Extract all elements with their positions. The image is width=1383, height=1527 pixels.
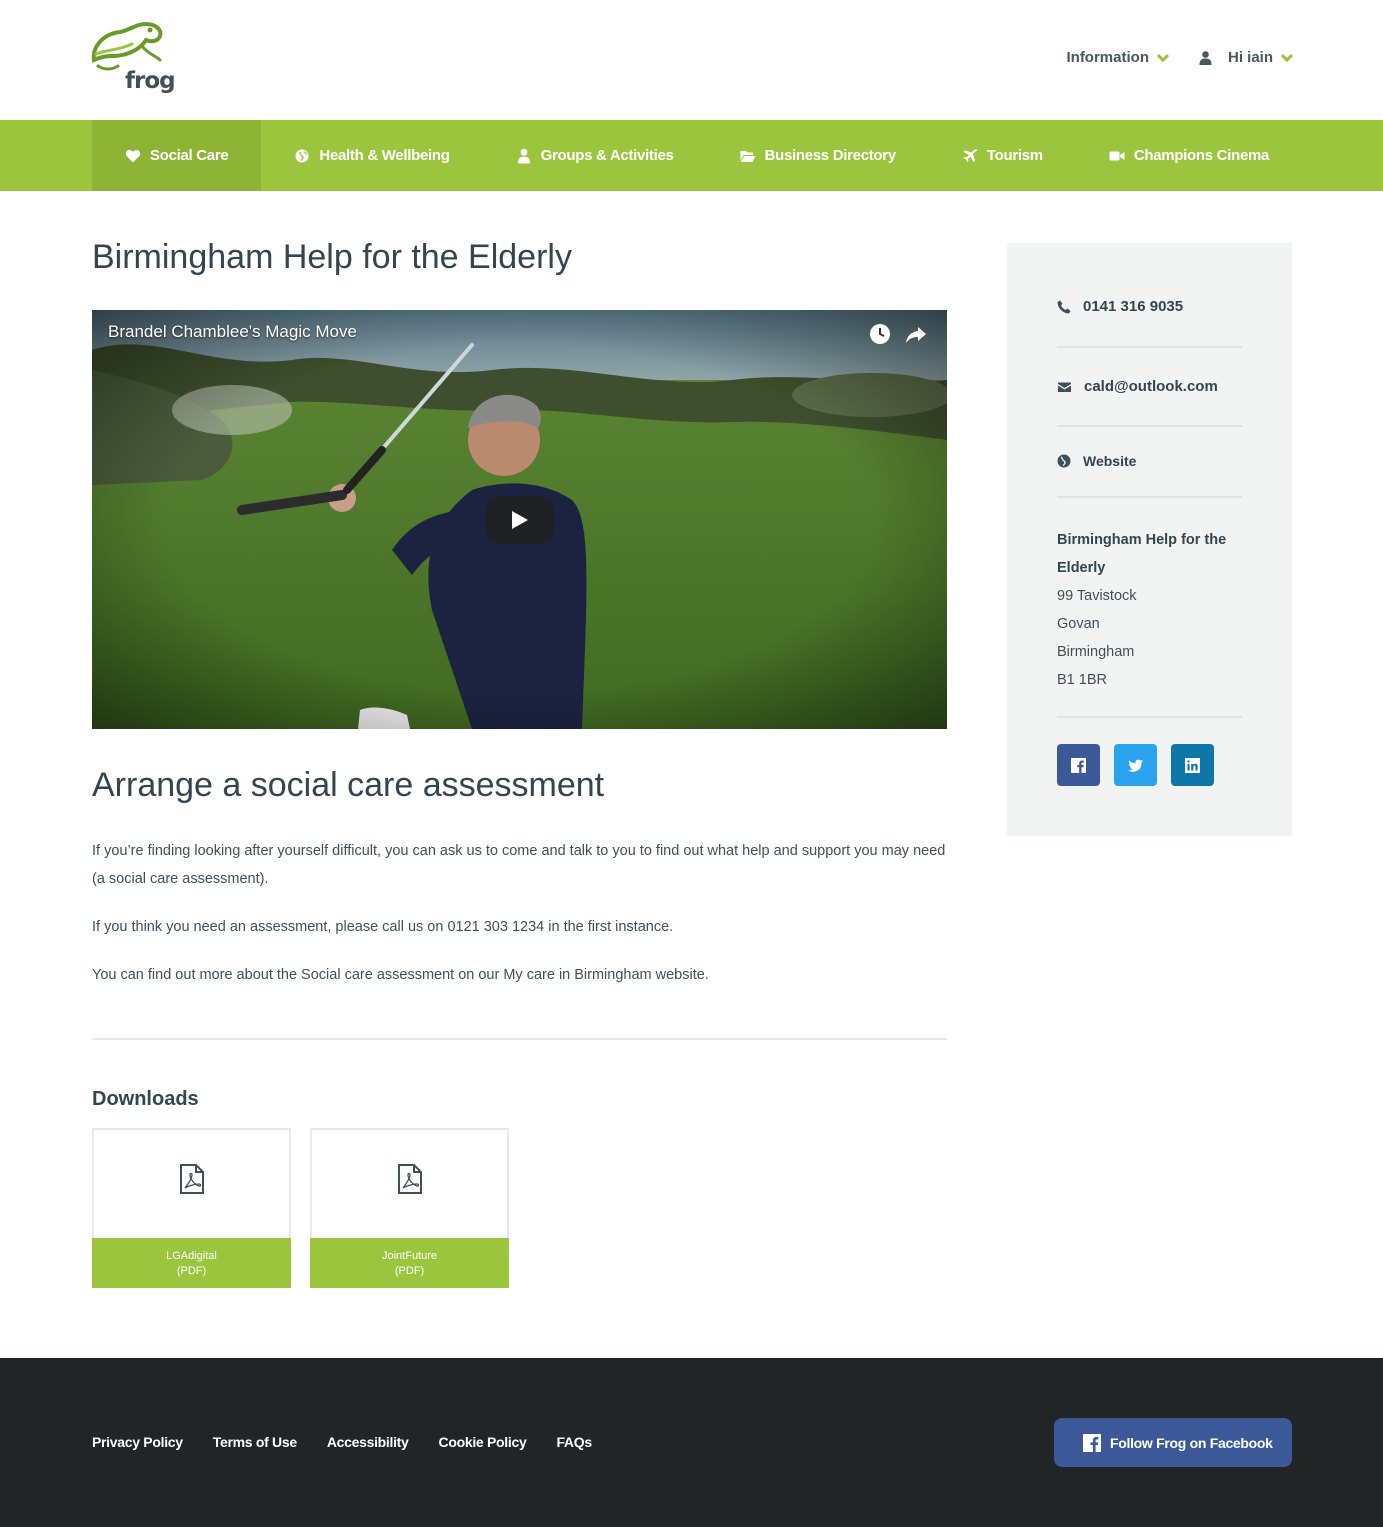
linkedin-icon (1185, 758, 1200, 773)
website-link: Website (1083, 453, 1137, 469)
download-label: JointFuture (PDF) (310, 1238, 509, 1288)
content-divider (92, 1038, 947, 1040)
chevron-down-icon (1281, 53, 1293, 62)
website-row[interactable]: Website (1057, 453, 1136, 469)
footer-links: Privacy Policy Terms of Use Accessibilit… (92, 1434, 592, 1450)
body-paragraph: You can find out more about the Social c… (92, 967, 709, 983)
nav-groups-activities[interactable]: Groups & Activities (483, 120, 707, 191)
pdf-file-icon (398, 1164, 422, 1194)
share-icon[interactable] (904, 322, 928, 346)
play-button[interactable] (486, 496, 554, 544)
information-menu[interactable]: Information (1066, 49, 1169, 66)
nav-label: Business Directory (764, 147, 897, 164)
contact-sidebar: 0141 316 9035 cald@outlook.com Website B… (1007, 243, 1292, 836)
download-type: (PDF) (176, 1265, 207, 1277)
main-navigation: Social Care Health & Wellbeing Groups & … (0, 120, 1383, 191)
footer-link-faqs[interactable]: FAQs (556, 1434, 592, 1450)
logo-text: frog (125, 68, 176, 94)
address-line: Birmingham (1057, 644, 1135, 660)
sidebar-divider (1057, 716, 1242, 718)
globe-icon (1057, 454, 1071, 468)
footer-link-privacy-policy[interactable]: Privacy Policy (92, 1434, 183, 1450)
information-label: Information (1066, 49, 1149, 66)
user-greeting: Hi iain (1227, 49, 1273, 66)
user-icon (1199, 50, 1212, 65)
user-menu[interactable]: Hi iain (1199, 49, 1293, 66)
follow-facebook-label: Follow Frog on Facebook (1110, 1434, 1273, 1451)
download-card[interactable]: LGAdigital (PDF) (92, 1128, 291, 1288)
nav-label: Social Care (150, 147, 229, 164)
facebook-icon (1071, 758, 1086, 773)
download-type: (PDF) (394, 1265, 425, 1277)
nav-label: Champions Cinema (1133, 147, 1270, 164)
twitter-share-button[interactable] (1114, 744, 1157, 786)
phone-row[interactable]: 0141 316 9035 (1057, 298, 1183, 315)
watch-later-icon[interactable] (868, 322, 892, 346)
folder-open-icon (740, 150, 756, 162)
address-postcode: B1 1BR (1057, 672, 1107, 688)
download-name: JointFuture (381, 1250, 438, 1262)
site-footer: Privacy Policy Terms of Use Accessibilit… (0, 1358, 1383, 1527)
download-card[interactable]: JointFuture (PDF) (310, 1128, 509, 1288)
phone-number: 0141 316 9035 (1083, 298, 1184, 315)
download-name: LGAdigital (166, 1250, 217, 1262)
linkedin-share-button[interactable] (1171, 744, 1214, 786)
globe-icon (295, 149, 309, 162)
plane-icon (963, 148, 977, 162)
twitter-icon (1128, 759, 1143, 772)
envelope-icon (1058, 382, 1071, 392)
video-camera-icon (1109, 151, 1125, 160)
address-line: 99 Tavistock (1057, 588, 1137, 604)
frog-logo[interactable]: frog (90, 20, 176, 100)
nav-champions-cinema[interactable]: Champions Cinema (1076, 120, 1302, 191)
email-row[interactable]: cald@outlook.com (1057, 378, 1218, 395)
video-title: Brandel Chamblee's Magic Move (108, 322, 357, 341)
video-player[interactable]: Brandel Chamblee's Magic Move (92, 310, 947, 729)
nav-label: Health & Wellbeing (319, 147, 450, 164)
nav-health-wellbeing[interactable]: Health & Wellbeing (261, 120, 482, 191)
nav-business-directory[interactable]: Business Directory (707, 120, 929, 191)
sidebar-divider (1057, 346, 1242, 348)
heart-icon (125, 149, 141, 162)
body-paragraph: If you think you need an assessment, ple… (92, 919, 674, 935)
footer-link-terms-of-use[interactable]: Terms of Use (213, 1434, 297, 1450)
address-line: Govan (1057, 616, 1100, 632)
address-name: Birmingham Help for the Elderly (1057, 532, 1227, 576)
phone-icon (1057, 300, 1071, 313)
facebook-icon (1083, 1433, 1101, 1452)
nav-label: Groups & Activities (540, 147, 674, 164)
nav-social-care[interactable]: Social Care (92, 120, 262, 191)
section-title: Arrange a social care assessment (92, 766, 605, 804)
downloads-title: Downloads (92, 1088, 199, 1110)
footer-link-cookie-policy[interactable]: Cookie Policy (439, 1434, 527, 1450)
email-address: cald@outlook.com (1084, 378, 1218, 395)
follow-facebook-button[interactable]: Follow Frog on Facebook (1054, 1418, 1292, 1467)
site-header: frog Information Hi iain (0, 0, 1383, 120)
body-paragraph: If you’re finding looking after yourself… (92, 843, 946, 887)
nav-tourism[interactable]: Tourism (929, 120, 1076, 191)
page-title: Birmingham Help for the Elderly (92, 238, 572, 276)
play-icon (512, 511, 528, 529)
nav-label: Tourism (986, 147, 1043, 164)
address-block: Birmingham Help for the Elderly 99 Tavis… (1057, 526, 1247, 694)
facebook-share-button[interactable] (1057, 744, 1100, 786)
sidebar-divider (1057, 425, 1242, 427)
chevron-down-icon (1156, 53, 1169, 62)
pdf-file-icon (180, 1164, 204, 1194)
footer-link-accessibility[interactable]: Accessibility (327, 1434, 409, 1450)
user-icon (517, 148, 530, 163)
sidebar-divider (1057, 496, 1242, 498)
top-navigation: Information Hi iain (1066, 49, 1293, 66)
download-label: LGAdigital (PDF) (92, 1238, 291, 1288)
